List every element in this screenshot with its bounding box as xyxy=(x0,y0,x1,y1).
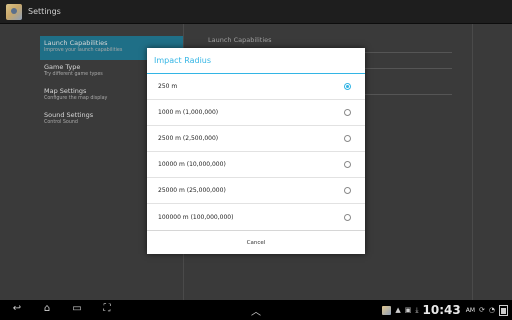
image-icon: ▣ xyxy=(404,306,412,314)
option-2500m[interactable]: 2500 m (2,500,000) xyxy=(147,126,365,152)
action-bar: Settings xyxy=(0,0,512,24)
cancel-button[interactable]: Cancel xyxy=(247,240,266,246)
app-title: Settings xyxy=(28,7,61,16)
option-label: 100000 m (100,000,000) xyxy=(158,213,234,221)
system-bar: ↩ ⌂ ▭ ⛶ ︿ ▲ ▣ ⤓ 10:43 AM ⟳ ◔ xyxy=(0,300,512,320)
option-25000m[interactable]: 25000 m (25,000,000) xyxy=(147,178,365,204)
option-250m[interactable]: 250 m xyxy=(147,74,365,100)
dialog-footer: Cancel xyxy=(147,230,365,254)
pane-divider xyxy=(472,24,473,300)
pref-category-title: Launch Capabilities xyxy=(208,36,272,44)
option-label: 25000 m (25,000,000) xyxy=(158,187,226,194)
warning-icon: ▲ xyxy=(395,306,401,314)
wifi-icon: ◔ xyxy=(488,306,495,314)
radio-button[interactable] xyxy=(344,161,351,168)
option-10000m[interactable]: 10000 m (10,000,000) xyxy=(147,152,365,178)
radio-button-checked[interactable] xyxy=(344,83,351,90)
screenshot-icon[interactable]: ⛶ xyxy=(96,303,118,314)
status-area[interactable]: ▲ ▣ ⤓ 10:43 AM ⟳ ◔ xyxy=(382,300,508,320)
recent-apps-icon[interactable]: ▭ xyxy=(66,303,88,314)
header-title: Launch Capabilities xyxy=(44,39,108,47)
radio-button[interactable] xyxy=(344,187,351,194)
dialog-title: Impact Radius xyxy=(147,48,365,74)
radio-button[interactable] xyxy=(344,135,351,142)
clock: 10:43 xyxy=(422,303,461,317)
sync-icon: ⟳ xyxy=(479,306,485,314)
chevron-up-icon[interactable]: ︿ xyxy=(245,303,267,318)
clock-ampm: AM xyxy=(465,306,476,314)
option-100000m[interactable]: 100000 m (100,000,000) xyxy=(147,204,365,230)
app-notification-icon xyxy=(382,305,392,315)
option-label: 1000 m (1,000,000) xyxy=(158,109,219,116)
radio-button[interactable] xyxy=(344,213,351,221)
radio-button[interactable] xyxy=(344,109,351,116)
app-icon[interactable] xyxy=(6,3,22,20)
back-icon[interactable]: ↩ xyxy=(6,303,28,314)
option-1000m[interactable]: 1000 m (1,000,000) xyxy=(147,100,365,126)
option-label: 2500 m (2,500,000) xyxy=(158,135,219,142)
option-label: 10000 m (10,000,000) xyxy=(158,161,226,168)
battery-icon xyxy=(499,304,508,316)
download-icon: ⤓ xyxy=(415,305,419,314)
impact-radius-dialog: Impact Radius 250 m 1000 m (1,000,000) 2… xyxy=(147,48,365,254)
home-icon[interactable]: ⌂ xyxy=(36,303,58,314)
option-label: 250 m xyxy=(158,83,178,90)
